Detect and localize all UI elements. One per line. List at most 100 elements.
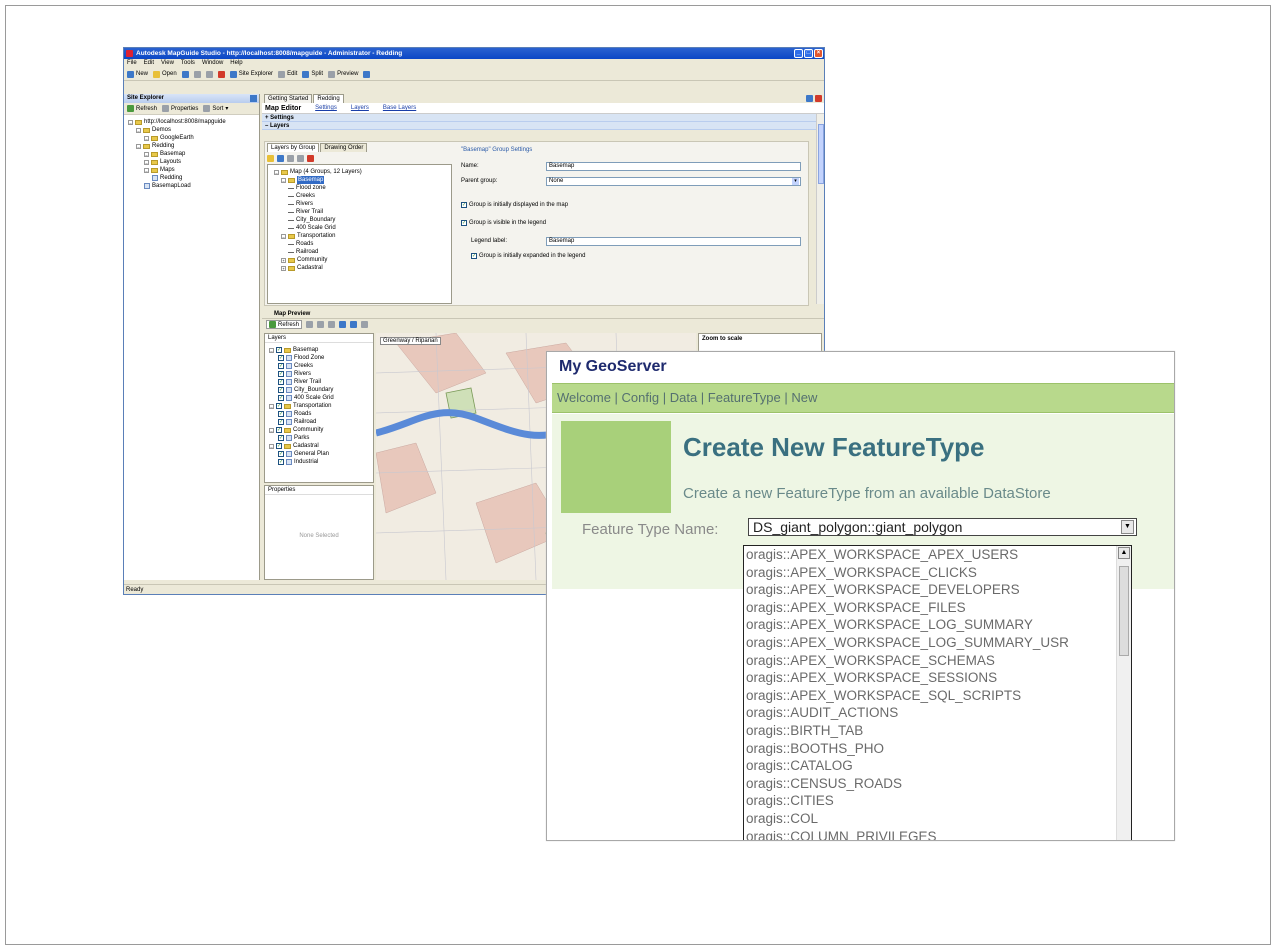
- checkbox-icon[interactable]: ✓: [278, 387, 284, 393]
- dropdown-option[interactable]: oragis::APEX_WORKSPACE_FILES: [744, 599, 1116, 617]
- zoom-in-icon[interactable]: [339, 321, 347, 328]
- checkbox-icon[interactable]: ✓: [278, 355, 284, 361]
- copy-button[interactable]: [193, 70, 201, 78]
- preview-layer-item[interactable]: ✓ River Trail: [269, 378, 369, 386]
- scroll-up-icon[interactable]: ▲: [1118, 547, 1130, 559]
- checkbox-icon[interactable]: ✓: [278, 411, 284, 417]
- preview-layer-item[interactable]: ✓ Creeks: [269, 362, 369, 370]
- parent-group-select[interactable]: None ▾: [546, 176, 801, 186]
- open-button[interactable]: Open: [153, 70, 177, 78]
- preview-layer-item[interactable]: ✓ General Plan: [269, 450, 369, 458]
- preview-layer-item[interactable]: – ✓ Transportation: [269, 402, 369, 410]
- preview-layer-item[interactable]: ✓ Parks: [269, 434, 369, 442]
- expand-icon[interactable]: –: [281, 233, 286, 239]
- checkbox-icon[interactable]: ✓: [461, 202, 467, 208]
- menu-tools[interactable]: Tools: [181, 59, 195, 68]
- properties-button[interactable]: Properties: [162, 105, 198, 112]
- expand-icon[interactable]: –: [281, 177, 286, 183]
- checkbox-icon[interactable]: ✓: [461, 220, 467, 226]
- menu-edit[interactable]: Edit: [144, 59, 154, 68]
- expand-icon[interactable]: –: [136, 143, 141, 149]
- group-item[interactable]: + Community: [272, 256, 447, 264]
- expand-icon[interactable]: –: [136, 127, 141, 133]
- expand-icon[interactable]: –: [144, 151, 149, 157]
- preview-layer-item[interactable]: – ✓ Cadastral: [269, 442, 369, 450]
- preview-button[interactable]: Preview: [328, 70, 358, 78]
- help-button[interactable]: [363, 70, 371, 78]
- pane-help-icon[interactable]: [250, 95, 257, 102]
- menu-file[interactable]: File: [127, 59, 137, 68]
- breadcrumb[interactable]: Welcome | Config | Data | FeatureType | …: [552, 383, 1174, 413]
- preview-layer-item[interactable]: ✓ City_Boundary: [269, 386, 369, 394]
- legend-label-field[interactable]: Basemap: [546, 236, 801, 246]
- tab-drawing-order[interactable]: Drawing Order: [320, 143, 368, 152]
- feature-type-select[interactable]: DS_giant_polygon::giant_polygon ▼: [748, 518, 1137, 536]
- preview-layer-item[interactable]: – ✓ Community: [269, 426, 369, 434]
- layer-item[interactable]: Railroad: [272, 248, 447, 256]
- tab-scroll-icon[interactable]: [806, 95, 813, 102]
- layer-item[interactable]: Roads: [272, 240, 447, 248]
- checkbox-icon[interactable]: ✓: [278, 459, 284, 465]
- preview-layer-item[interactable]: ✓ Railroad: [269, 418, 369, 426]
- chk-expanded[interactable]: ✓ Group is initially expanded in the lege…: [461, 251, 801, 261]
- expand-icon[interactable]: –: [128, 119, 133, 125]
- dropdown-option[interactable]: oragis::APEX_WORKSPACE_SQL_SCRIPTS: [744, 687, 1116, 705]
- refresh-button[interactable]: Refresh: [127, 105, 157, 112]
- dropdown-option[interactable]: oragis::APEX_WORKSPACE_DEVELOPERS: [744, 581, 1116, 599]
- checkbox-icon[interactable]: ✓: [278, 419, 284, 425]
- dropdown-scrollbar[interactable]: ▲ ▼: [1116, 546, 1131, 840]
- dropdown-option[interactable]: oragis::APEX_WORKSPACE_APEX_USERS: [744, 546, 1116, 564]
- new-button[interactable]: New: [127, 70, 148, 78]
- minimize-button[interactable]: _: [794, 49, 803, 58]
- expand-icon[interactable]: –: [269, 443, 274, 449]
- group-item[interactable]: – Transportation: [272, 232, 447, 240]
- dropdown-option[interactable]: oragis::BOOTHS_PHO: [744, 740, 1116, 758]
- delete-icon[interactable]: [307, 154, 314, 162]
- site-tree-item[interactable]: – Basemap: [128, 150, 255, 158]
- dropdown-option[interactable]: oragis::APEX_WORKSPACE_SCHEMAS: [744, 652, 1116, 670]
- menu-window[interactable]: Window: [202, 59, 223, 68]
- maximize-button[interactable]: □: [804, 49, 813, 58]
- section-layers[interactable]: – Layers: [262, 122, 824, 130]
- editor-scrollbar[interactable]: [816, 114, 824, 304]
- dropdown-option[interactable]: oragis::COLUMN_PRIVILEGES: [744, 828, 1116, 841]
- expand-icon[interactable]: +: [281, 257, 286, 263]
- checkbox-icon[interactable]: ✓: [276, 347, 282, 353]
- group-item[interactable]: + Cadastral: [272, 264, 447, 272]
- name-field[interactable]: Basemap: [546, 161, 801, 171]
- chk-visible-legend[interactable]: ✓ Group is visible in the legend: [461, 218, 801, 228]
- expand-icon[interactable]: –: [274, 169, 279, 175]
- site-tree-item[interactable]: Redding: [128, 174, 255, 182]
- link-layers[interactable]: Layers: [351, 105, 369, 111]
- pan-icon[interactable]: [317, 321, 325, 328]
- site-tree-item[interactable]: – GoogleEarth: [128, 134, 255, 142]
- section-settings[interactable]: + Settings: [262, 114, 824, 122]
- chevron-down-icon[interactable]: ▾: [792, 177, 799, 185]
- menu-view[interactable]: View: [161, 59, 174, 68]
- tab-getting-started[interactable]: Getting Started: [264, 94, 313, 103]
- select-icon[interactable]: [306, 321, 314, 328]
- preview-layer-item[interactable]: ✓ Rivers: [269, 370, 369, 378]
- sort-button[interactable]: Sort ▾: [203, 105, 228, 112]
- layer-item[interactable]: Rivers: [272, 200, 447, 208]
- zoom-extents-icon[interactable]: [361, 321, 369, 328]
- copy-layer-icon[interactable]: [297, 154, 304, 162]
- checkbox-icon[interactable]: ✓: [278, 371, 284, 377]
- expand-icon[interactable]: –: [269, 403, 274, 409]
- expand-icon[interactable]: –: [269, 427, 274, 433]
- checkbox-icon[interactable]: ✓: [278, 395, 284, 401]
- site-explorer-button[interactable]: Site Explorer: [229, 70, 273, 78]
- expand-icon[interactable]: –: [144, 159, 149, 165]
- preview-layer-item[interactable]: ✓ Flood Zone: [269, 354, 369, 362]
- expand-icon[interactable]: –: [269, 347, 274, 353]
- preview-layer-item[interactable]: ✓ 400 Scale Grid: [269, 394, 369, 402]
- save-button[interactable]: [181, 70, 189, 78]
- checkbox-icon[interactable]: ✓: [278, 435, 284, 441]
- chk-displayed[interactable]: ✓ Group is initially displayed in the map: [461, 200, 801, 210]
- zoom-rect-icon[interactable]: [328, 321, 336, 328]
- site-tree-item[interactable]: – Redding: [128, 142, 255, 150]
- split-button[interactable]: Split: [302, 70, 323, 78]
- link-settings[interactable]: Settings: [315, 105, 337, 111]
- checkbox-icon[interactable]: ✓: [278, 451, 284, 457]
- close-button[interactable]: ×: [814, 49, 823, 58]
